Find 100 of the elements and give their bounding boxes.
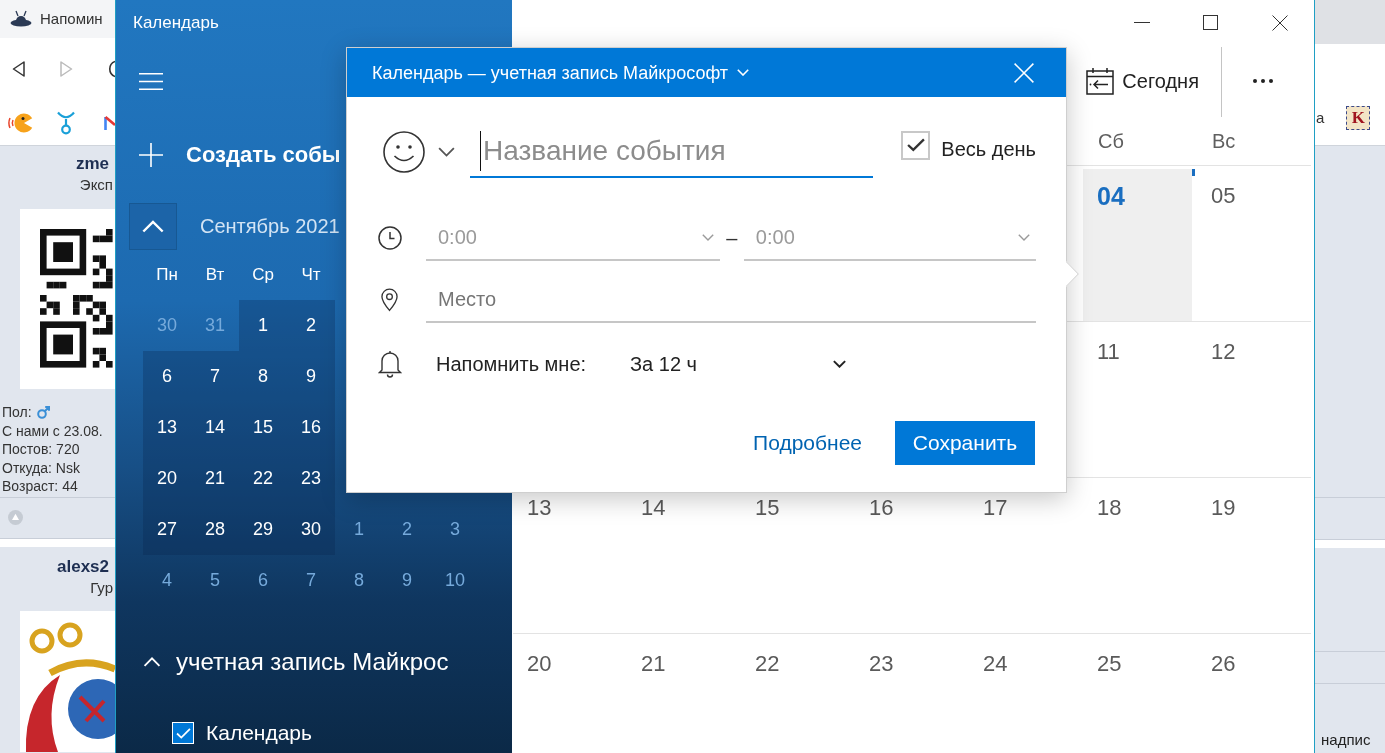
- calendar-day[interactable]: 2: [287, 300, 335, 351]
- day-number: 23: [869, 651, 894, 676]
- reminder-label: Напомнить мне:: [436, 352, 587, 376]
- profile-field: Откуда: Nsk: [2, 458, 80, 477]
- profile-field: С нами с 23.08.: [2, 421, 103, 440]
- day-number: 04: [1097, 182, 1125, 210]
- calendar-day[interactable]: 1: [335, 504, 383, 555]
- day-number: 14: [641, 495, 666, 520]
- logo-icon[interactable]: [104, 114, 115, 131]
- profile-field: Возраст: 44: [2, 477, 78, 496]
- calendar-checkbox[interactable]: [172, 722, 194, 744]
- account-selector[interactable]: Календарь — учетная запись Майкрософт: [372, 61, 750, 84]
- day-number: 22: [755, 651, 780, 676]
- day-number: 13: [527, 495, 552, 520]
- weekday-label: Чт: [301, 265, 321, 285]
- menu-icon[interactable]: [139, 72, 163, 90]
- calendar-day[interactable]: 13: [143, 402, 191, 453]
- weekday-label: Вс: [1212, 129, 1236, 153]
- calendar-day[interactable]: 9: [287, 351, 335, 402]
- more-details-link[interactable]: Подробнее: [753, 430, 862, 456]
- close-icon[interactable]: [1271, 14, 1288, 31]
- calendar-day[interactable]: 30: [287, 504, 335, 555]
- figure-icon[interactable]: [56, 110, 76, 135]
- maximize-icon[interactable]: [1203, 15, 1218, 30]
- day-number: 20: [527, 651, 552, 676]
- calendar-day[interactable]: 9: [383, 555, 431, 606]
- calendar-day[interactable]: 28: [191, 504, 239, 555]
- calendar-day[interactable]: 27: [143, 504, 191, 555]
- calendar-day[interactable]: 6: [239, 555, 287, 606]
- calendar-day[interactable]: 4: [143, 555, 191, 606]
- reminder-dropdown[interactable]: За 12 ч: [630, 352, 846, 376]
- calendar-label: Календарь: [206, 720, 312, 746]
- new-event-button[interactable]: Создать собы: [139, 141, 341, 169]
- calendar-day[interactable]: 29: [239, 504, 287, 555]
- chevron-down-icon[interactable]: [438, 147, 455, 157]
- calendar-day[interactable]: 23: [287, 453, 335, 504]
- day-number: 18: [1097, 495, 1122, 520]
- calendar-day[interactable]: 21: [191, 453, 239, 504]
- event-title-field[interactable]: Название события: [470, 126, 873, 178]
- minimize-icon[interactable]: [1133, 22, 1150, 23]
- signature-text: надпис: [1321, 730, 1371, 750]
- calendar-day[interactable]: 6: [143, 351, 191, 402]
- author-name[interactable]: zme: [75, 154, 115, 174]
- day-number: 21: [641, 651, 666, 676]
- browser-tab-bar: [1315, 0, 1385, 44]
- profile-field: Пол:: [2, 403, 32, 422]
- previous-month-button[interactable]: [129, 203, 177, 250]
- checkmark-icon: [175, 727, 191, 739]
- chevron-down-icon: [1018, 233, 1030, 241]
- save-button[interactable]: Сохранить: [895, 421, 1035, 465]
- today-button[interactable]: Сегодня: [1076, 45, 1209, 117]
- male-icon: [36, 405, 50, 419]
- bell-icon: [378, 350, 402, 378]
- back-icon[interactable]: [12, 61, 25, 77]
- calendar-day[interactable]: 2: [383, 504, 431, 555]
- day-number: 05: [1211, 183, 1236, 208]
- app-title: Календарь: [133, 12, 219, 33]
- calendar-day[interactable]: 15: [239, 402, 287, 453]
- location-field[interactable]: Место: [426, 277, 1036, 323]
- calendar-day[interactable]: 5: [191, 555, 239, 606]
- day-number: 11: [1097, 339, 1120, 364]
- calendar-day[interactable]: 8: [239, 351, 287, 402]
- month-title[interactable]: Сентябрь 2021: [200, 215, 340, 238]
- calendar-day[interactable]: 7: [191, 351, 239, 402]
- ufo-icon: [10, 10, 32, 28]
- pacman-icon[interactable]: [7, 111, 34, 134]
- smiley-icon[interactable]: [383, 131, 425, 173]
- chevron-down-icon: [737, 69, 750, 76]
- day-number: 17: [983, 495, 1008, 520]
- calendar-day[interactable]: 3: [431, 504, 479, 555]
- calendar-day[interactable]: 22: [239, 453, 287, 504]
- checkbox-label: Весь день: [941, 137, 1036, 161]
- user-rank: Эксп: [79, 175, 114, 195]
- calendar-day[interactable]: 1: [239, 300, 287, 351]
- calendar-day[interactable]: 8: [335, 555, 383, 606]
- browser-tab[interactable]: Напомин: [0, 0, 115, 38]
- day-number: 15: [755, 495, 780, 520]
- bookmark-label[interactable]: а: [1316, 107, 1325, 128]
- calendar-day[interactable]: 20: [143, 453, 191, 504]
- plus-icon: [139, 143, 163, 167]
- more-icon[interactable]: [1253, 79, 1273, 83]
- calendar-day[interactable]: 14: [191, 402, 239, 453]
- today-marker: [1192, 169, 1195, 176]
- day-number: 16: [869, 495, 894, 520]
- all-day-checkbox[interactable]: [901, 130, 931, 160]
- tab-title: Напомин: [40, 9, 103, 29]
- checkmark-icon: [906, 138, 925, 152]
- day-number: 25: [1097, 651, 1122, 676]
- calendar-day[interactable]: 10: [431, 555, 479, 606]
- chevron-up-icon: [141, 220, 165, 233]
- time-separator: –: [726, 226, 738, 250]
- bookmark-logo[interactable]: K: [1346, 105, 1371, 130]
- chevron-down-icon: [702, 233, 714, 241]
- calendar-day[interactable]: 7: [287, 555, 335, 606]
- profile-field: Постов: 720: [2, 440, 80, 459]
- account-toggle[interactable]: учетная запись Майкрос: [143, 647, 449, 677]
- weekday-label: Пн: [156, 265, 178, 285]
- author-name[interactable]: alexs2: [57, 556, 115, 577]
- calendar-day[interactable]: 16: [287, 402, 335, 453]
- day-number: 26: [1211, 651, 1236, 676]
